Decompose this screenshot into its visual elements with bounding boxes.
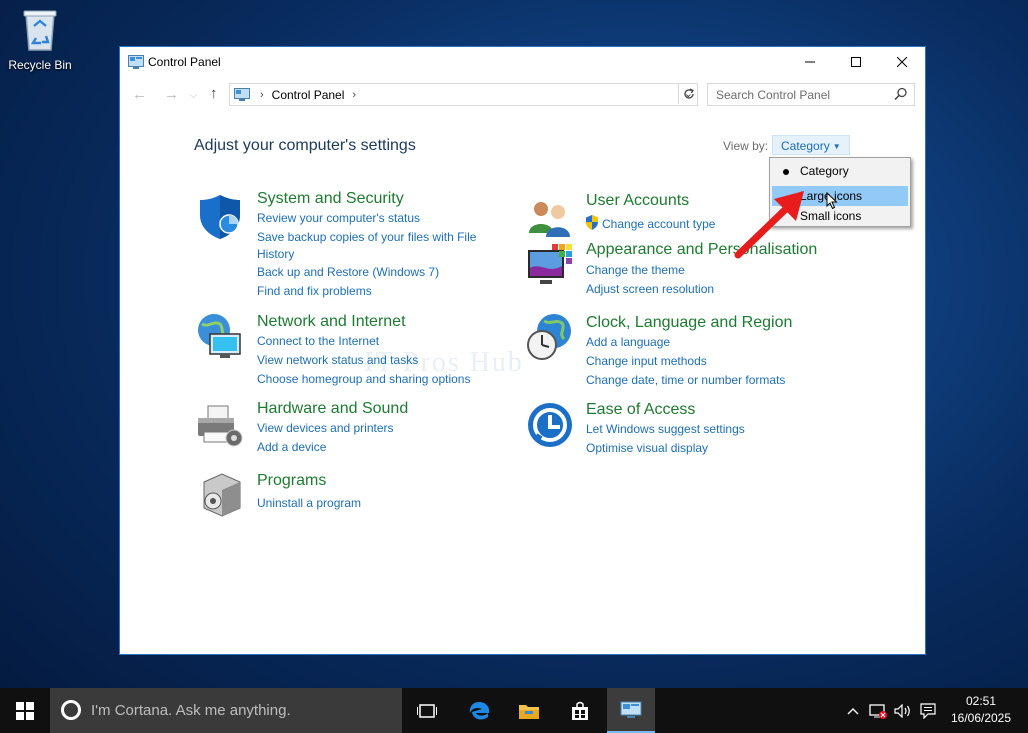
annotation-arrow-icon — [734, 191, 804, 259]
shield-icon — [200, 195, 240, 239]
close-button[interactable] — [879, 47, 925, 77]
menu-item-label: Category — [800, 164, 849, 178]
category-link[interactable]: Connect to the Internet — [257, 333, 379, 349]
uac-shield-icon — [586, 215, 598, 230]
category-link[interactable]: Find and fix problems — [257, 283, 372, 299]
category-title[interactable]: Ease of Access — [586, 401, 695, 419]
mouse-cursor-icon — [826, 192, 838, 210]
search-box[interactable]: Search Control Panel — [707, 83, 915, 106]
category-link[interactable]: Change account type — [602, 216, 715, 232]
breadcrumb-chevron-icon[interactable]: › — [352, 89, 356, 101]
category-link[interactable]: View network status and tasks — [257, 352, 418, 368]
start-button[interactable] — [0, 688, 50, 733]
up-arrow-icon[interactable]: ↑ — [210, 85, 218, 102]
folder-icon — [519, 704, 539, 719]
category-link[interactable]: Save backup copies of your files with Fi… — [257, 229, 476, 245]
control-panel-taskbar-button[interactable] — [607, 688, 655, 733]
windows-logo-icon — [16, 701, 34, 720]
breadcrumb-control-panel[interactable]: Control Panel — [272, 88, 345, 102]
address-bar[interactable]: › Control Panel › ⌄ — [229, 83, 698, 106]
recycle-bin-icon — [20, 8, 60, 52]
search-placeholder: Search Control Panel — [716, 87, 831, 102]
category-link[interactable]: Change date, time or number formats — [586, 372, 785, 388]
control-panel-app-icon — [128, 55, 144, 74]
show-hidden-icons-chevron-icon[interactable] — [842, 688, 864, 733]
network-disconnected-icon[interactable] — [866, 688, 890, 733]
action-center-icon[interactable] — [916, 688, 940, 733]
cortana-ring-icon — [61, 700, 81, 720]
edge-icon — [469, 701, 490, 719]
refresh-icon — [683, 88, 694, 99]
dropdown-caret-icon: ▼ — [832, 142, 841, 151]
users-icon — [529, 202, 570, 237]
category-title[interactable]: User Accounts — [586, 192, 689, 210]
clock-date: 16/06/2025 — [950, 711, 1012, 725]
category-link[interactable]: Choose homegroup and sharing options — [257, 371, 470, 387]
menu-item-category[interactable]: Category — [772, 161, 908, 181]
view-by-value: Category — [781, 139, 830, 153]
network-globe-icon — [198, 314, 241, 358]
category-link[interactable]: Add a language — [586, 334, 670, 350]
task-view-icon — [417, 703, 437, 718]
control-panel-icon — [620, 701, 642, 718]
category-link[interactable]: Back up and Restore (Windows 7) — [257, 264, 439, 280]
title-bar[interactable]: Control Panel — [120, 47, 925, 77]
task-view-button[interactable] — [403, 688, 451, 733]
breadcrumb-chevron-icon[interactable]: › — [260, 89, 264, 101]
ease-of-access-icon — [528, 403, 572, 447]
minimize-button[interactable] — [787, 47, 833, 77]
clock-globe-icon — [527, 314, 571, 360]
forward-arrow-icon[interactable]: → — [164, 86, 179, 103]
file-explorer-taskbar-button[interactable] — [505, 688, 553, 733]
category-link[interactable]: Change input methods — [586, 353, 707, 369]
refresh-button[interactable] — [678, 84, 698, 104]
recycle-bin-label: Recycle Bin — [8, 58, 72, 72]
category-title[interactable]: Hardware and Sound — [257, 400, 408, 418]
recycle-bin-desktop-icon[interactable]: Recycle Bin — [6, 8, 74, 72]
category-link[interactable]: Let Windows suggest settings — [586, 421, 745, 437]
store-bag-icon — [572, 701, 588, 720]
printer-icon — [198, 405, 243, 447]
category-title[interactable]: Clock, Language and Region — [586, 314, 792, 332]
view-by-dropdown[interactable]: Category ▼ — [772, 135, 850, 155]
category-link[interactable]: Adjust screen resolution — [586, 281, 714, 297]
view-by-label: View by: — [723, 139, 769, 153]
edge-taskbar-button[interactable] — [455, 688, 503, 733]
monitor-palette-icon — [528, 244, 572, 284]
taskbar: I'm Cortana. Ask me anything. 02:51 16/0… — [0, 688, 1028, 733]
cortana-placeholder: I'm Cortana. Ask me anything. — [91, 702, 291, 719]
window-title: Control Panel — [148, 55, 221, 69]
cortana-search-box[interactable]: I'm Cortana. Ask me anything. — [50, 688, 402, 733]
back-arrow-icon[interactable]: ← — [132, 86, 147, 103]
selected-bullet-icon — [783, 169, 789, 175]
control-panel-window: Control Panel ← → ⌵ ↑ › Control Panel › … — [119, 46, 926, 655]
clock-time: 02:51 — [965, 694, 997, 708]
category-link[interactable]: Add a device — [257, 439, 326, 455]
category-title[interactable]: System and Security — [257, 190, 404, 208]
category-link[interactable]: Review your computer's status — [257, 210, 420, 226]
recent-locations-chevron-icon[interactable]: ⌵ — [190, 90, 197, 101]
category-link[interactable]: Uninstall a program — [257, 495, 361, 511]
page-heading: Adjust your computer's settings — [194, 137, 416, 154]
search-icon[interactable] — [894, 87, 908, 101]
control-panel-address-icon — [234, 88, 250, 101]
category-link[interactable]: View devices and printers — [257, 420, 394, 436]
category-link[interactable]: Change the theme — [586, 262, 685, 278]
maximize-button[interactable] — [833, 47, 879, 77]
category-link[interactable]: Optimise visual display — [586, 440, 708, 456]
store-taskbar-button[interactable] — [556, 688, 604, 733]
category-title[interactable]: Network and Internet — [257, 313, 406, 331]
system-clock[interactable]: 02:51 16/06/2025 — [944, 693, 1018, 727]
category-title[interactable]: Programs — [257, 472, 326, 490]
category-link[interactable]: History — [257, 246, 294, 262]
programs-box-icon — [203, 473, 241, 517]
volume-icon[interactable] — [891, 688, 915, 733]
